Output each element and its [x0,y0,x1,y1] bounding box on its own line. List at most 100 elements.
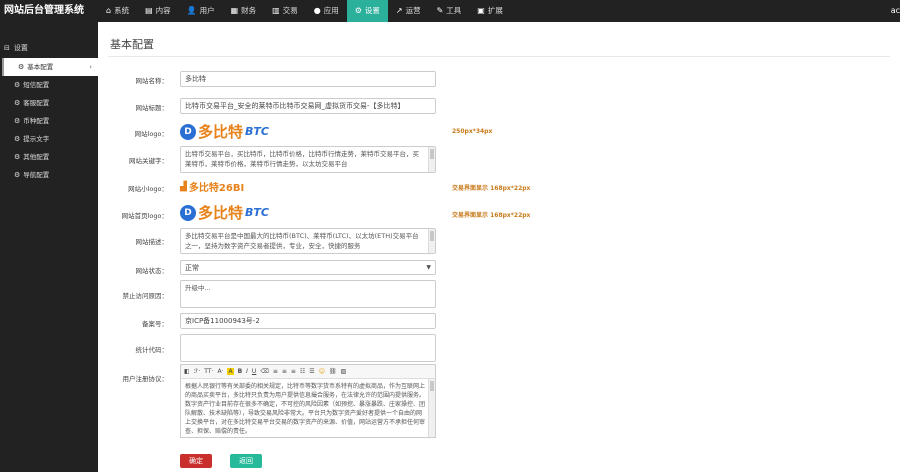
gear-icon: ⚙ [14,99,21,107]
nav-item-label: 交易 [282,6,298,15]
font-color-icon[interactable]: A· [217,368,223,375]
editor-toolbar: ◧ ℱ· TT· A· A B I U ⌫ ≡ ≡ ≡ ☷ ☰ ☺ ⛓ ▨ [181,365,435,379]
description-scrollbar[interactable] [428,229,435,253]
extend-icon: ▣ [477,6,485,15]
home-logo-btc-text: BTC [245,206,269,219]
nav-item-apps[interactable]: ● 应用 [306,0,347,22]
keywords-label: 网站关键字： [129,157,168,165]
italic-icon[interactable]: I [246,368,248,375]
collapse-icon: ⊟ [4,44,10,52]
caret-down-icon: ▼ [426,264,431,271]
title-divider [108,56,890,57]
editor-scrollbar[interactable] [428,379,435,437]
source-icon[interactable]: ◧ [184,368,190,375]
font-family-icon[interactable]: ℱ· [194,368,201,375]
description-text: 多比特交易平台是中国最大的比特币(BTC)、莱特币(LTC)、以太坊(ETH)交… [185,232,419,250]
home-logo-hint: 交易界面显示 168px*22px [452,212,531,219]
confirm-button[interactable]: 确定 [180,454,212,468]
nav-item-content[interactable]: ▤ 内容 [137,0,179,22]
logo-badge-icon: D [180,123,196,140]
keywords-textarea[interactable]: 比特币交易平台，买比特币，比特币价格，比特币行情走势，莱特币交易平台，买莱特币，… [180,146,436,173]
sidebar-item-label: 短信配置 [23,81,50,89]
site-logo-image[interactable]: D 多比特 BTC [180,121,269,142]
sidebar-item-6[interactable]: ⚙ 导航配置 [0,166,98,184]
gear-icon: ⚙ [18,63,25,71]
nav-item-label: 应用 [323,6,339,15]
link-icon[interactable]: ⛓ [329,368,337,375]
nav-item-operate[interactable]: ↗ 运营 [388,0,429,22]
stats-code-textarea[interactable] [180,334,436,362]
image-icon[interactable]: ▨ [341,368,347,375]
sidebar-item-3[interactable]: ⚙ 币种配置 [0,112,98,130]
trade-icon: ▥ [272,6,280,15]
agreement-text: 根据人民银行等有关部委的相关规定，比特币等数字货币系特有的虚拟商品，作为互联网上… [185,383,426,435]
top-nav: ⌂ 系统 ▤ 内容 👤 用户 ▦ 财务 ▥ 交易 ● 应用 ⚙ 设置 ↗ 运营 ✎ 工具 ▣ 扩展 [98,0,511,22]
icp-label: 备案号： [142,320,168,328]
site-title-input[interactable]: 比特币交易平台_安全的莱特币比特币交易网_虚拟货币交易-【多比特】 [180,98,436,114]
site-logo-hint: 250px*34px [452,128,493,135]
sidebar-item-label: 客服配置 [23,99,50,107]
small-logo-image[interactable]: ▟ 多比特26BI [180,179,245,195]
icp-input[interactable]: 京ICP备11000943号-2 [180,313,436,329]
logo-btc-text: BTC [245,125,269,138]
unordered-list-icon[interactable]: ☰ [309,368,314,375]
nav-item-label: 扩展 [487,6,503,15]
closed-reason-label: 禁止访问原因： [122,292,169,300]
nav-item-finance[interactable]: ▦ 财务 [223,0,265,22]
home-logo-label: 网站首页logo： [121,212,168,220]
nav-item-settings[interactable]: ⚙ 设置 [346,0,388,22]
eraser-icon[interactable]: ⌫ [260,368,268,375]
logo-text: 多比特 [198,123,244,141]
sidebar-item-label: 导航配置 [23,171,50,179]
highlight-icon[interactable]: A [227,368,234,375]
small-logo-text: 多比特26BI [188,183,245,194]
settings-icon: ⚙ [354,6,362,15]
sidebar-item-label: 其他配置 [23,153,50,161]
home-logo-badge-icon: D [180,204,196,221]
status-select[interactable]: 正常 ▼ [180,260,436,275]
sidebar-item-1[interactable]: ⚙ 短信配置 [0,76,98,94]
operate-icon: ↗ [395,6,403,15]
nav-item-extend[interactable]: ▣ 扩展 [469,0,511,22]
sidebar-item-2[interactable]: ⚙ 客服配置 [0,94,98,112]
sidebar-item-0[interactable]: ⚙ 基本配置 › [2,58,98,76]
align-left-icon[interactable]: ≡ [273,368,278,375]
keywords-scrollbar[interactable] [428,147,435,172]
nav-item-user[interactable]: 👤 用户 [179,0,223,22]
sidebar-item-5[interactable]: ⚙ 其他配置 [0,148,98,166]
nav-item-trade[interactable]: ▥ 交易 [264,0,306,22]
site-name-input[interactable]: 多比特 [180,71,436,87]
user-menu[interactable]: ac [891,0,900,22]
sidebar-heading[interactable]: ⊟ 设置 [0,38,98,58]
ordered-list-icon[interactable]: ☷ [300,368,305,375]
emoticon-icon[interactable]: ☺ [319,368,325,375]
sidebar: ⊟ 设置 ⚙ 基本配置 › ⚙ 短信配置 ⚙ 客服配置 ⚙ 币种配置 ⚙ 提示文字 ⚙ 其他配置 ⚙ 导航配… [0,22,98,472]
home-logo-image[interactable]: D 多比特 BTC [180,202,269,223]
brand-title: 网站后台管理系统 [4,5,84,16]
font-size-icon[interactable]: TT· [204,368,213,375]
closed-reason-textarea[interactable]: 升级中... [180,280,436,308]
agreement-editor[interactable]: ◧ ℱ· TT· A· A B I U ⌫ ≡ ≡ ≡ ☷ ☰ ☺ ⛓ ▨ 根据… [180,364,436,438]
align-center-icon[interactable]: ≡ [282,368,287,375]
sidebar-item-4[interactable]: ⚙ 提示文字 [0,130,98,148]
apps-icon: ● [313,6,321,15]
nav-item-tools[interactable]: ✎ 工具 [429,0,470,22]
site-title-label: 网站标题： [135,104,169,112]
sidebar-item-label: 基本配置 [27,63,54,71]
sidebar-item-label: 提示文字 [23,135,50,143]
bold-icon[interactable]: B [238,368,243,375]
gear-icon: ⚙ [14,117,21,125]
align-right-icon[interactable]: ≡ [291,368,296,375]
back-button[interactable]: 返回 [230,454,262,468]
sidebar-item-label: 币种配置 [23,117,50,125]
description-textarea[interactable]: 多比特交易平台是中国最大的比特币(BTC)、莱特币(LTC)、以太坊(ETH)交… [180,228,436,254]
small-logo-hint: 交易界面显示 168px*22px [452,185,531,192]
agreement-label: 用户注册协议： [122,375,169,383]
chevron-right-icon: › [89,63,92,71]
content-icon: ▤ [145,6,153,15]
underline-icon[interactable]: U [252,368,256,375]
finance-icon: ▦ [230,6,239,15]
editor-body[interactable]: 根据人民银行等有关部委的相关规定，比特币等数字货币系特有的虚拟商品，作为互联网上… [181,379,435,437]
nav-item-label: 工具 [446,6,462,15]
nav-item-home[interactable]: ⌂ 系统 [98,0,137,22]
